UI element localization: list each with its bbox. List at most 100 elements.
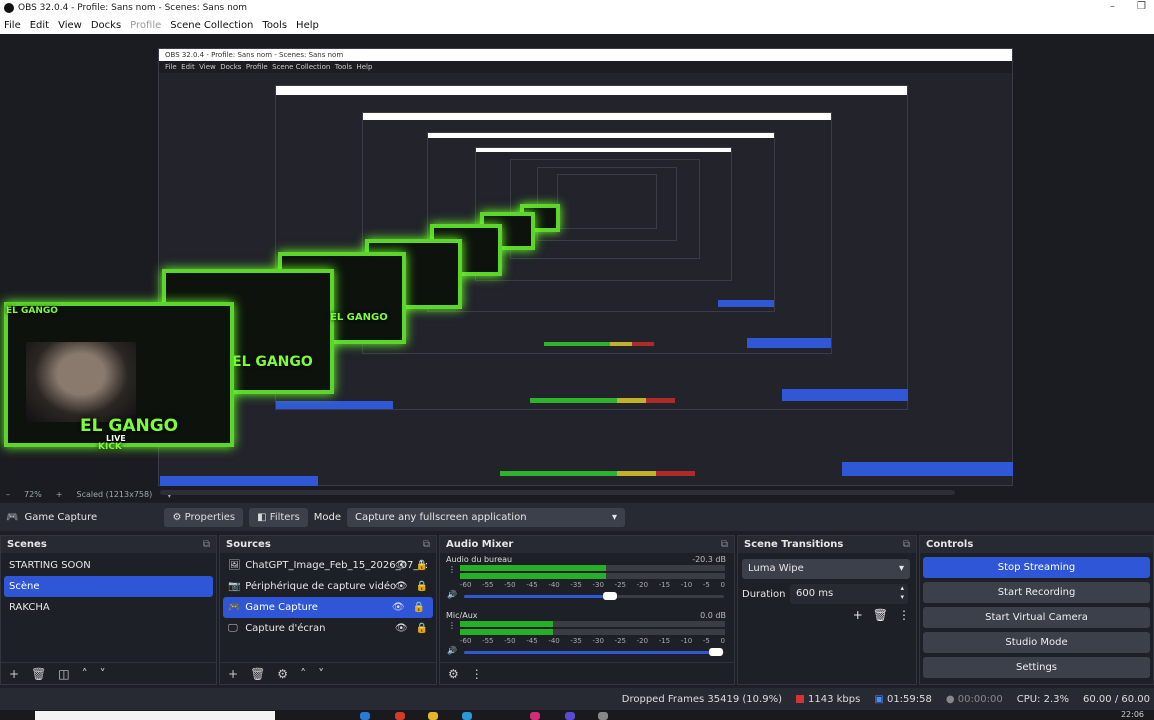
visibility-eye-icon[interactable]: 👁 [395,618,408,639]
zoom-in-icon[interactable]: + [56,490,63,499]
dropped-frames: Dropped Frames 35419 (10.9%) [621,693,782,705]
taskbar-search-box[interactable] [35,711,275,720]
menu-docks[interactable]: Docks [91,20,121,31]
stream-icon: ▣ [874,693,884,705]
float-dock-icon[interactable]: ⧉ [423,536,430,553]
studio-mode-button[interactable]: Studio Mode [923,632,1150,653]
float-dock-icon[interactable]: ⧉ [203,536,210,553]
chevron-down-icon: ▾ [898,563,904,574]
source-item[interactable]: 🖵 Capture d'écran 👁 🔒 [220,618,436,639]
transition-menu-icon[interactable]: ⋮ [898,608,910,622]
lock-icon[interactable]: 🔒 [416,576,428,597]
track-menu-icon[interactable]: ⋮ [448,621,456,630]
start-recording-button[interactable]: Start Recording [923,582,1150,603]
settings-button[interactable]: Settings [923,657,1150,678]
meter-scale: -60 -55 -50 -45 -40 -35 -30 -25 -20 -15 -10 -5 0 [460,581,725,589]
nested-title-5 [476,148,731,152]
source-name: Game Capture [245,602,318,613]
bitrate-value: 1143 kbps [807,693,861,705]
speaker-icon[interactable]: 🔊 [447,646,457,655]
nested-title-4 [428,133,774,138]
nested-stop-streaming [842,462,1013,476]
overlay-name-small: EL GANGO [6,306,58,316]
lock-icon[interactable]: 🔒 [416,618,428,639]
source-item[interactable]: 🖼 ChatGPT_Image_Feb_15_2026_07_1: 👁 🔒 [220,555,436,576]
speaker-icon[interactable]: 🔊 [447,590,457,599]
cpu-usage: CPU: 2.3% [1016,693,1070,705]
menu-file[interactable]: File [4,20,21,31]
minimize-button[interactable]: – [1110,1,1115,12]
mixer-footer: ⚙ ⋮ [440,662,734,684]
controls-title: Controls [926,539,974,550]
zoom-percent[interactable]: 72% [24,490,42,499]
source-item[interactable]: 📷 Périphérique de capture vidéo 👁 🔒 [220,576,436,597]
track-menu-icon[interactable]: ⋮ [448,565,456,574]
lock-icon[interactable]: 🔒 [416,555,428,576]
float-dock-icon[interactable]: ⧉ [721,536,728,553]
visibility-eye-icon[interactable]: 👁 [395,576,408,597]
remove-source-icon[interactable]: 🗑 [250,667,265,681]
menu-profile[interactable]: Profile [130,20,161,31]
nested-meter [500,471,695,476]
taskbar-obs-icon[interactable] [598,712,608,720]
visibility-eye-icon[interactable]: 👁 [395,555,408,576]
taskbar-app-icon[interactable] [565,712,575,720]
mode-select[interactable]: Capture any fullscreen application ▾ [347,507,626,527]
preview-canvas[interactable]: OBS 32.0.4 - Profile: Sans nom - Scenes:… [0,34,1154,486]
add-scene-icon[interactable]: + [9,667,19,681]
menu-view[interactable]: View [58,20,82,31]
volume-knob[interactable] [709,648,724,656]
visibility-eye-icon[interactable]: 👁 [392,597,405,618]
menu-tools[interactable]: Tools [262,20,287,31]
taskbar-app-icon[interactable] [360,712,370,720]
fps-value: 60.00 / 60.00 [1083,693,1150,705]
menu-edit[interactable]: Edit [30,20,49,31]
scene-item-selected[interactable]: Scène [4,576,213,597]
filters-button[interactable]: ◧ Filters [249,507,308,527]
float-dock-icon[interactable]: ⧉ [903,536,910,553]
move-up-icon[interactable]: ˄ [300,667,306,681]
meter-scale-tick: -50 [504,637,516,645]
menu-scene-collection[interactable]: Scene Collection [170,20,253,31]
spin-arrows-icon[interactable]: ▴ ▾ [900,584,904,602]
gear-icon: ⚙ [172,511,182,523]
meter-scale-tick: -60 [460,581,472,589]
advanced-audio-icon[interactable]: ⚙ [448,667,459,681]
meter-scale-tick: 0 [720,637,725,645]
volume-slider[interactable] [464,648,724,656]
restore-button[interactable]: ❐ [1137,1,1146,12]
taskbar-app-icon[interactable] [462,712,472,720]
source-settings-gear-icon[interactable]: ⚙ [277,667,288,681]
remove-transition-icon[interactable]: 🗑 [873,608,888,622]
mixer-menu-icon[interactable]: ⋮ [471,667,483,681]
volume-knob[interactable] [602,592,617,600]
taskbar-app-icon[interactable] [428,712,438,720]
properties-button[interactable]: ⚙ Properties [164,507,244,527]
transition-select[interactable]: Luma Wipe ▾ [742,559,910,579]
taskbar-app-icon[interactable] [395,712,405,720]
scene-item[interactable]: RAKCHA [1,597,216,618]
meter-scale: -60 -55 -50 -45 -40 -35 -30 -25 -20 -15 -10 -5 0 [460,637,725,645]
remove-scene-icon[interactable]: 🗑 [31,667,46,681]
menu-help[interactable]: Help [296,20,319,31]
move-down-icon[interactable]: ˅ [318,667,324,681]
source-item-selected[interactable]: 🎮 Game Capture 👁 🔒 [223,597,433,618]
scaled-label[interactable]: Scaled (1213x758) [76,490,152,499]
move-up-icon[interactable]: ˄ [82,667,88,681]
zoom-out-icon[interactable]: – [6,490,10,499]
record-icon: ● [945,693,955,705]
scene-item[interactable]: STARTING SOON [1,555,216,576]
preview-horizontal-scrollbar[interactable] [160,490,955,495]
taskbar-app-icon[interactable] [530,712,540,720]
volume-slider[interactable] [464,592,724,600]
move-down-icon[interactable]: ˅ [100,667,106,681]
duration-spinbox[interactable]: 600 ms ▴ ▾ [790,584,908,604]
meter-scale-tick: -25 [614,581,626,589]
stop-streaming-button[interactable]: Stop Streaming [923,557,1150,578]
add-transition-icon[interactable]: + [853,608,863,622]
scene-filters-icon[interactable]: ◫ [58,667,69,681]
scenes-dock: Scenes ⧉ STARTING SOON Scène RAKCHA + 🗑 ◫… [0,535,217,685]
lock-icon[interactable]: 🔒 [413,597,425,618]
start-virtual-camera-button[interactable]: Start Virtual Camera [923,607,1150,628]
add-source-icon[interactable]: + [228,667,238,681]
